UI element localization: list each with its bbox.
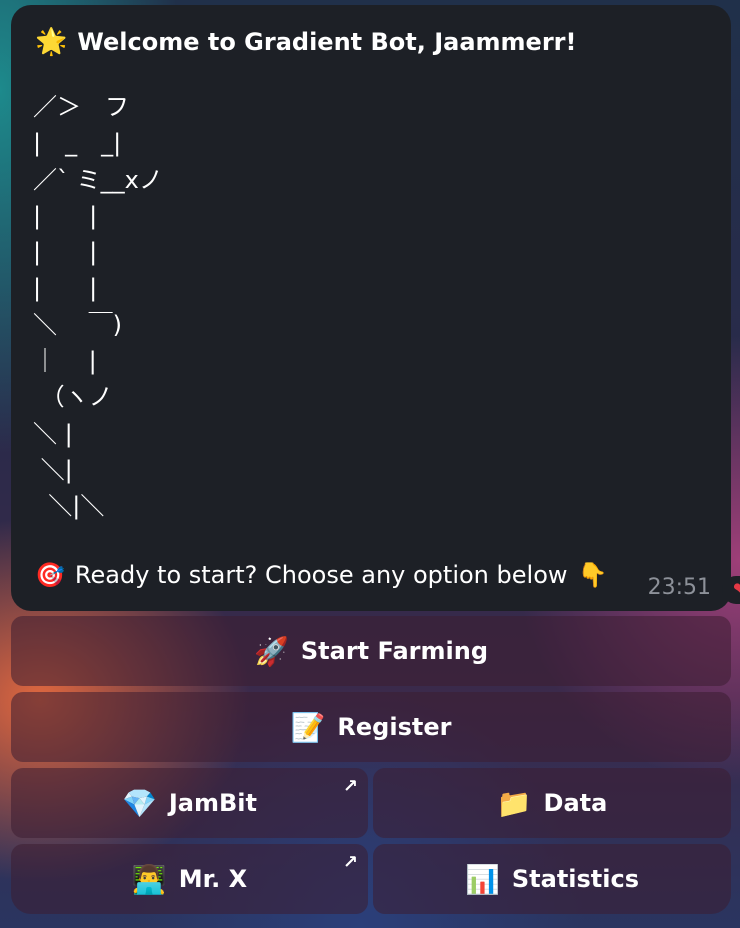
message-timestamp: 23:51 [647, 575, 711, 600]
start-farming-label: Start Farming [300, 637, 488, 665]
ready-line: 🎯 Ready to start? Choose any option belo… [35, 561, 607, 589]
star-icon: 🌟 [35, 27, 68, 57]
register-button[interactable]: 📝 Register [11, 692, 731, 762]
data-label: Data [543, 789, 608, 817]
jambit-label: JamBit [168, 789, 257, 817]
technologist-icon: 👨‍💻 [131, 862, 167, 896]
ascii-art-cat: ／＞ フ | _ _| ／` ミ__xノ | | | | | | ＼ ￣) ｜ … [33, 93, 163, 521]
external-link-icon: ↗ [342, 852, 358, 873]
statistics-button[interactable]: 📊 Statistics [373, 844, 731, 914]
ready-text: Ready to start? Choose any option below [74, 561, 568, 589]
pointing-down-icon: 👇 [577, 561, 608, 589]
jambit-button[interactable]: 💎 JamBit ↗ [11, 768, 368, 838]
external-link-icon: ↗ [342, 776, 358, 797]
folder-icon: 📁 [496, 786, 532, 820]
data-button[interactable]: 📁 Data [373, 768, 731, 838]
statistics-label: Statistics [511, 865, 640, 893]
bot-message-bubble: 🌟 Welcome to Gradient Bot, Jaammerr! ／＞ … [11, 5, 731, 611]
welcome-text: Welcome to Gradient Bot, Jaammerr! [77, 28, 577, 56]
mr-x-label: Mr. X [178, 865, 248, 893]
mr-x-button[interactable]: 👨‍💻 Mr. X ↗ [11, 844, 368, 914]
target-icon: 🎯 [35, 561, 65, 589]
gem-icon: 💎 [122, 786, 157, 820]
memo-icon: 📝 [290, 710, 326, 744]
heart-icon: ❤ [733, 579, 740, 600]
start-farming-button[interactable]: 🚀 Start Farming [11, 616, 731, 686]
register-label: Register [337, 713, 452, 741]
welcome-line: 🌟 Welcome to Gradient Bot, Jaammerr! [35, 27, 576, 57]
rocket-icon: 🚀 [253, 634, 289, 668]
bar-chart-icon: 📊 [464, 862, 500, 896]
